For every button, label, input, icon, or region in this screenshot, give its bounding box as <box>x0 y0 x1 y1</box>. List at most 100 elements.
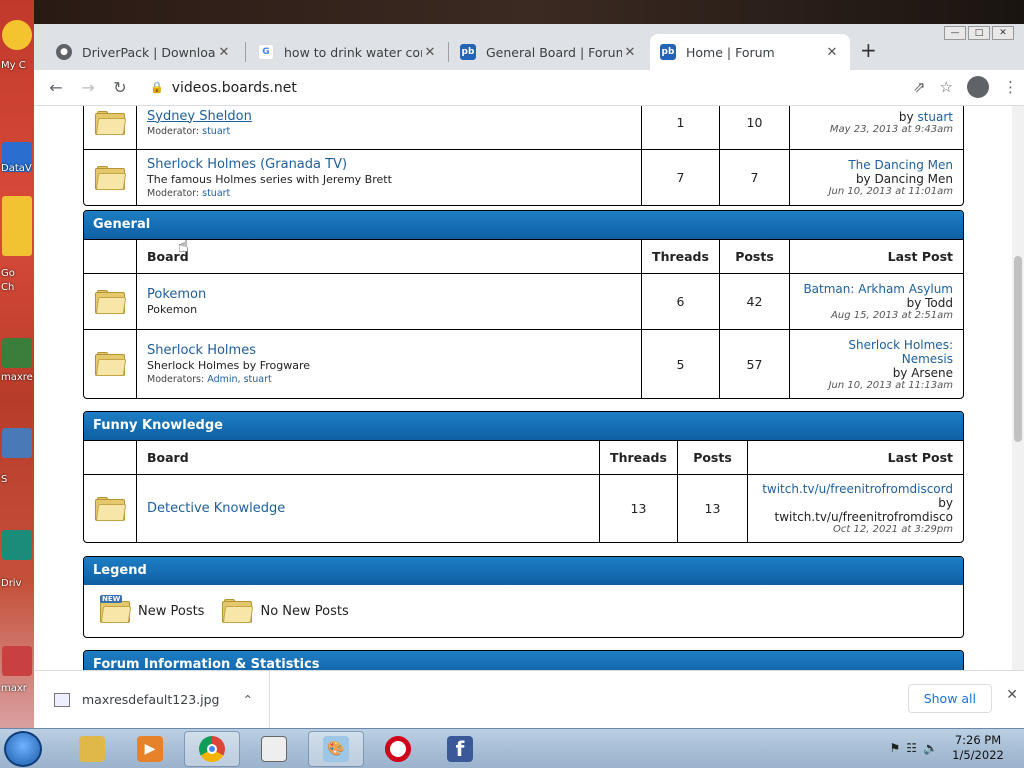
statistics-title[interactable]: Forum Information & Statistics <box>84 651 963 670</box>
column-header-threads: Threads <box>600 441 678 474</box>
by-label: by <box>855 172 871 186</box>
last-post-title[interactable]: Batman: Arkham Asylum <box>803 282 953 296</box>
last-post-title-cont[interactable]: Nemesis <box>902 352 953 366</box>
board-link[interactable]: Pokemon <box>147 287 631 302</box>
bookmark-star-icon[interactable]: ☆ <box>940 78 953 96</box>
taskbar-opera[interactable] <box>370 731 426 767</box>
close-tab-icon[interactable]: ✕ <box>422 45 438 60</box>
address-bar[interactable]: videos.boards.net <box>172 80 297 96</box>
forward-icon[interactable]: → <box>72 78 104 97</box>
desktop-label: Ch <box>1 282 15 293</box>
minimize-icon[interactable]: — <box>944 26 966 40</box>
taskbar-paint[interactable]: 🎨 <box>308 731 364 767</box>
moderator-link[interactable]: stuart <box>202 188 230 199</box>
driverpack-shortcut-icon[interactable] <box>2 530 32 560</box>
last-post-date: Oct 12, 2021 at 3:29pm <box>833 524 953 535</box>
proboards-icon: pb <box>660 44 676 60</box>
no-new-posts-folder-icon <box>222 599 254 623</box>
close-tab-icon[interactable]: ✕ <box>824 45 840 60</box>
by-label: by <box>938 496 953 510</box>
moderator-label: Moderators: <box>147 374 205 385</box>
tab-google-search[interactable]: G how to drink water correc ✕ <box>248 34 448 70</box>
moderator-link[interactable]: Admin, stuart <box>207 374 271 385</box>
network-icon[interactable]: ☷ <box>906 741 917 755</box>
category-title[interactable]: General <box>84 211 963 239</box>
new-posts-folder-icon: NEW <box>100 595 132 623</box>
board-link[interactable]: Detective Knowledge <box>147 501 589 516</box>
tab-title: Home | Forum <box>686 44 775 60</box>
legend-box: Legend NEW New Posts No New Posts <box>83 556 964 638</box>
close-tab-icon[interactable]: ✕ <box>216 45 232 60</box>
download-item[interactable]: maxresdefault123.jpg ⌃ <box>34 670 270 729</box>
taskbar-facebook[interactable]: f <box>432 731 488 767</box>
moderator-label: Moderator: <box>147 187 200 199</box>
taskbar-explorer[interactable] <box>64 731 120 767</box>
back-icon[interactable]: ← <box>40 78 72 97</box>
window-app-icon <box>261 736 287 762</box>
last-post-author-name[interactable]: Dancing Men <box>874 172 953 186</box>
last-post-author[interactable]: twitch.tv/u/freenitrofromdisco <box>775 510 953 524</box>
last-post-title[interactable]: Sherlock Holmes: <box>848 338 953 352</box>
last-post-title[interactable]: twitch.tv/u/freenitrofromdiscord <box>762 482 953 496</box>
moderators: Moderators: Admin, stuart <box>147 374 631 385</box>
last-post: Sherlock Holmes: Nemesis by Arsene Jun 1… <box>790 330 963 398</box>
scrollbar-thumb[interactable] <box>1014 256 1022 442</box>
table-row: Sherlock Holmes Sherlock Holmes by Frogw… <box>84 329 963 398</box>
close-download-bar-icon[interactable]: ✕ <box>1006 687 1018 703</box>
taskbar-chrome[interactable] <box>184 731 240 767</box>
profile-avatar[interactable] <box>967 76 989 98</box>
board-description: Pokemon <box>147 303 198 316</box>
last-post-author: by stuart <box>899 110 953 124</box>
legend-new-posts: New Posts <box>138 603 205 619</box>
desktop-label: DataV <box>1 163 32 174</box>
start-button[interactable] <box>4 731 42 767</box>
tab-general-board[interactable]: pb General Board | Forum ✕ <box>450 34 648 70</box>
tab-strip: ● DriverPack | Download fre ✕ G how to d… <box>34 24 1024 70</box>
maximize-icon[interactable]: □ <box>968 26 990 40</box>
post-count: 13 <box>678 475 748 542</box>
maxr-image-icon[interactable] <box>2 646 32 676</box>
board-link[interactable]: Sherlock Holmes <box>147 343 631 358</box>
moderators: Moderator: stuart <box>147 188 631 199</box>
tab-home-forum[interactable]: pb Home | Forum ✕ <box>650 34 850 70</box>
moderator-label: Moderator: <box>147 125 200 137</box>
google-chrome-shortcut-icon[interactable] <box>2 196 32 256</box>
close-tab-icon[interactable]: ✕ <box>622 45 638 60</box>
close-window-icon[interactable]: ✕ <box>992 26 1014 40</box>
tab-driverpack[interactable]: ● DriverPack | Download fre ✕ <box>46 34 242 70</box>
legend-no-new-posts: No New Posts <box>260 603 349 619</box>
category-title[interactable]: Funny Knowledge <box>84 412 963 440</box>
share-icon[interactable]: ⇗ <box>913 78 926 96</box>
page-content: Sydney Sheldon Moderator: stuart 1 10 by… <box>34 106 1024 670</box>
taskbar-media-player[interactable]: ▶ <box>122 731 178 767</box>
new-tab-icon[interactable]: + <box>860 38 877 62</box>
board-link[interactable]: Sherlock Holmes (Granada TV) <box>147 157 631 172</box>
globe-icon: ● <box>56 44 72 60</box>
moderator-link[interactable]: stuart <box>202 126 230 137</box>
my-computer-icon[interactable] <box>2 20 32 50</box>
desktop-label: My C <box>1 60 26 71</box>
board-link[interactable]: Sydney Sheldon <box>147 109 631 124</box>
table-row: Sherlock Holmes (Granada TV) The famous … <box>84 149 963 205</box>
volume-icon[interactable]: 🔈 <box>923 741 938 755</box>
post-count: 42 <box>720 274 790 329</box>
column-header-last-post: Last Post <box>887 249 953 264</box>
clock[interactable]: 7:26 PM 1/5/2022 <box>946 733 1010 763</box>
board-description: The famous Holmes series with Jeremy Bre… <box>147 172 392 186</box>
tab-title: how to drink water correc <box>284 44 422 60</box>
taskbar: ▶ 🎨 f ⚑ ☷ 🔈 7:26 PM 1/5/2022 <box>0 728 1024 768</box>
action-center-icon[interactable]: ⚑ <box>890 741 901 755</box>
taskbar-notepad[interactable] <box>246 731 302 767</box>
menu-kebab-icon[interactable]: ⋮ <box>1003 78 1018 96</box>
lock-icon[interactable]: 🔒 <box>150 81 164 94</box>
chevron-up-icon[interactable]: ⌃ <box>243 692 253 707</box>
maxres-image-icon[interactable] <box>2 338 32 368</box>
wallpaper <box>34 0 1024 24</box>
last-post-title[interactable]: The Dancing Men <box>848 158 953 172</box>
desktop-label: Driv <box>1 578 22 589</box>
reload-icon[interactable]: ↻ <box>104 78 136 97</box>
s-shortcut-icon[interactable] <box>2 428 32 458</box>
last-post-author-link[interactable]: stuart <box>917 110 953 124</box>
page-scrollbar[interactable] <box>1012 106 1024 670</box>
show-all-button[interactable]: Show all <box>907 684 992 713</box>
